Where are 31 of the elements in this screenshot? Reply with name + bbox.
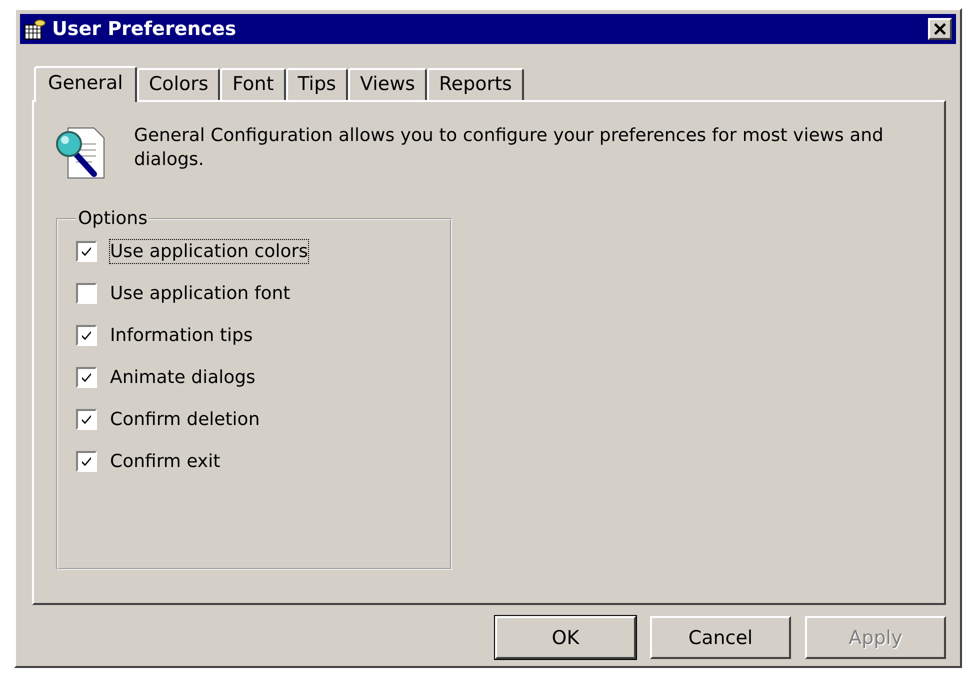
tab[interactable]: General [34,66,137,102]
checkbox[interactable] [76,325,97,346]
check-icon [80,455,93,468]
checkbox[interactable] [76,409,97,430]
checkbox[interactable] [76,451,97,472]
tab[interactable]: Tips [286,68,348,100]
checkbox[interactable] [76,367,97,388]
close-icon [934,23,946,35]
checkbox-label[interactable]: Confirm deletion [109,407,261,432]
tab[interactable]: Views [348,68,428,100]
tab[interactable]: Colors [136,68,220,100]
check-icon [80,245,93,258]
check-icon [80,413,93,426]
check-icon [80,329,93,342]
checkbox-label[interactable]: Information tips [109,323,254,348]
dialog-button[interactable]: OK [495,616,636,659]
window-title: User Preferences [52,18,238,40]
close-button[interactable] [928,18,952,40]
checkbox[interactable] [76,241,97,262]
tab[interactable]: Font [220,68,286,100]
group-title: Options [77,208,148,229]
check-icon [80,371,93,384]
description-text: General Configuration allows you to configure your preferences for most views and dialogs. [134,124,884,172]
tab[interactable]: Reports [427,68,524,100]
checkbox-label[interactable]: Confirm exit [109,449,222,474]
checkbox-label[interactable]: Use application font [109,281,292,306]
dialog-button[interactable]: Cancel [650,616,791,659]
checkbox[interactable] [76,283,97,304]
checkbox-label[interactable]: Use application colors [109,239,310,264]
checkbox-label[interactable]: Animate dialogs [109,365,256,390]
app-icon [24,18,46,40]
